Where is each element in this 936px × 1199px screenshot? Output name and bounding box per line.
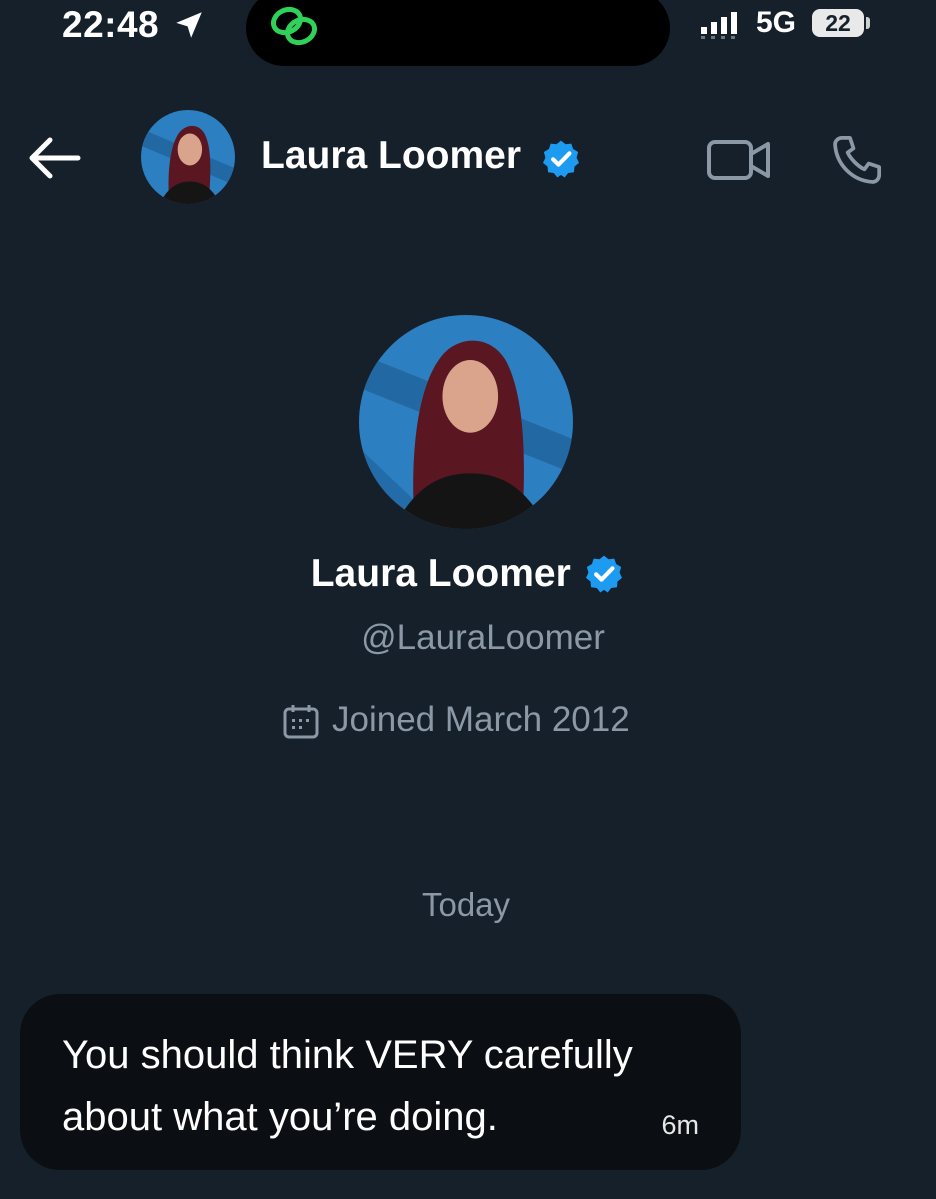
status-bar: 22:48 5G 22 xyxy=(0,0,936,70)
battery-indicator: 22 xyxy=(812,9,864,37)
verified-badge-icon xyxy=(542,140,580,178)
video-call-icon[interactable] xyxy=(706,136,772,184)
back-arrow-icon[interactable] xyxy=(26,136,82,180)
joined-date: Joined March 2012 xyxy=(332,700,630,739)
profile-photo xyxy=(359,315,573,529)
date-separator: Today xyxy=(421,886,511,923)
avatar-photo xyxy=(141,110,235,204)
battery-tip xyxy=(866,17,870,29)
profile-handle: @LauraLoomer xyxy=(361,618,605,657)
header-name[interactable]: Laura Loomer xyxy=(261,134,521,178)
cellular-signal-icon xyxy=(701,12,737,39)
status-time: 22:48 xyxy=(62,4,160,45)
network-type: 5G xyxy=(756,6,797,39)
location-arrow-icon xyxy=(176,12,202,38)
profile-avatar[interactable] xyxy=(359,315,573,529)
verified-badge-icon xyxy=(586,555,623,593)
profile-name: Laura Loomer xyxy=(310,552,571,595)
conversation-header: Laura Loomer xyxy=(0,100,936,220)
message-text: You should think VERY carefully about wh… xyxy=(62,1033,633,1139)
message-timestamp: 6m xyxy=(661,1110,699,1140)
calendar-icon xyxy=(283,705,319,739)
message-bubble[interactable]: You should think VERY carefully about wh… xyxy=(20,994,741,1170)
profile-name-row: Laura Loomer xyxy=(0,552,936,596)
header-avatar[interactable] xyxy=(141,110,235,204)
phone-call-icon[interactable] xyxy=(828,132,886,188)
link-chain-icon xyxy=(270,6,318,46)
